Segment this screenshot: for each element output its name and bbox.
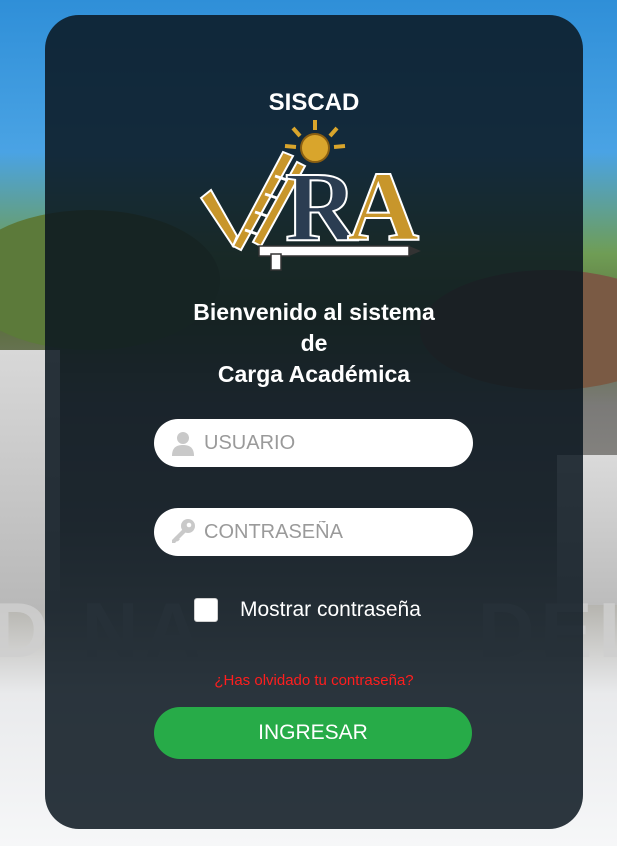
username-field[interactable] bbox=[154, 419, 473, 467]
username-input[interactable] bbox=[204, 431, 464, 455]
show-password-checkbox[interactable] bbox=[194, 598, 218, 622]
welcome-message: Bienvenido al sistema de Carga Académica bbox=[45, 297, 583, 390]
submit-button[interactable]: INGRESAR bbox=[154, 707, 472, 759]
key-icon bbox=[170, 518, 196, 546]
welcome-line-1: Bienvenido al sistema bbox=[193, 299, 435, 325]
app-title: SISCAD bbox=[268, 89, 360, 116]
password-field[interactable] bbox=[154, 508, 473, 556]
show-password-row[interactable]: Mostrar contraseña bbox=[194, 598, 421, 622]
show-password-label[interactable]: Mostrar contraseña bbox=[240, 598, 421, 622]
user-icon bbox=[170, 429, 196, 457]
vra-logo-icon: R A bbox=[197, 118, 423, 278]
welcome-line-2: de bbox=[300, 330, 328, 356]
welcome-line-3: Carga Académica bbox=[217, 361, 411, 387]
password-input[interactable] bbox=[204, 520, 464, 544]
login-card: SISCAD R A Bienvenido al sistema de Carg… bbox=[45, 15, 583, 829]
forgot-password-link[interactable]: ¿Has olvidado tu contraseña? bbox=[45, 672, 583, 689]
